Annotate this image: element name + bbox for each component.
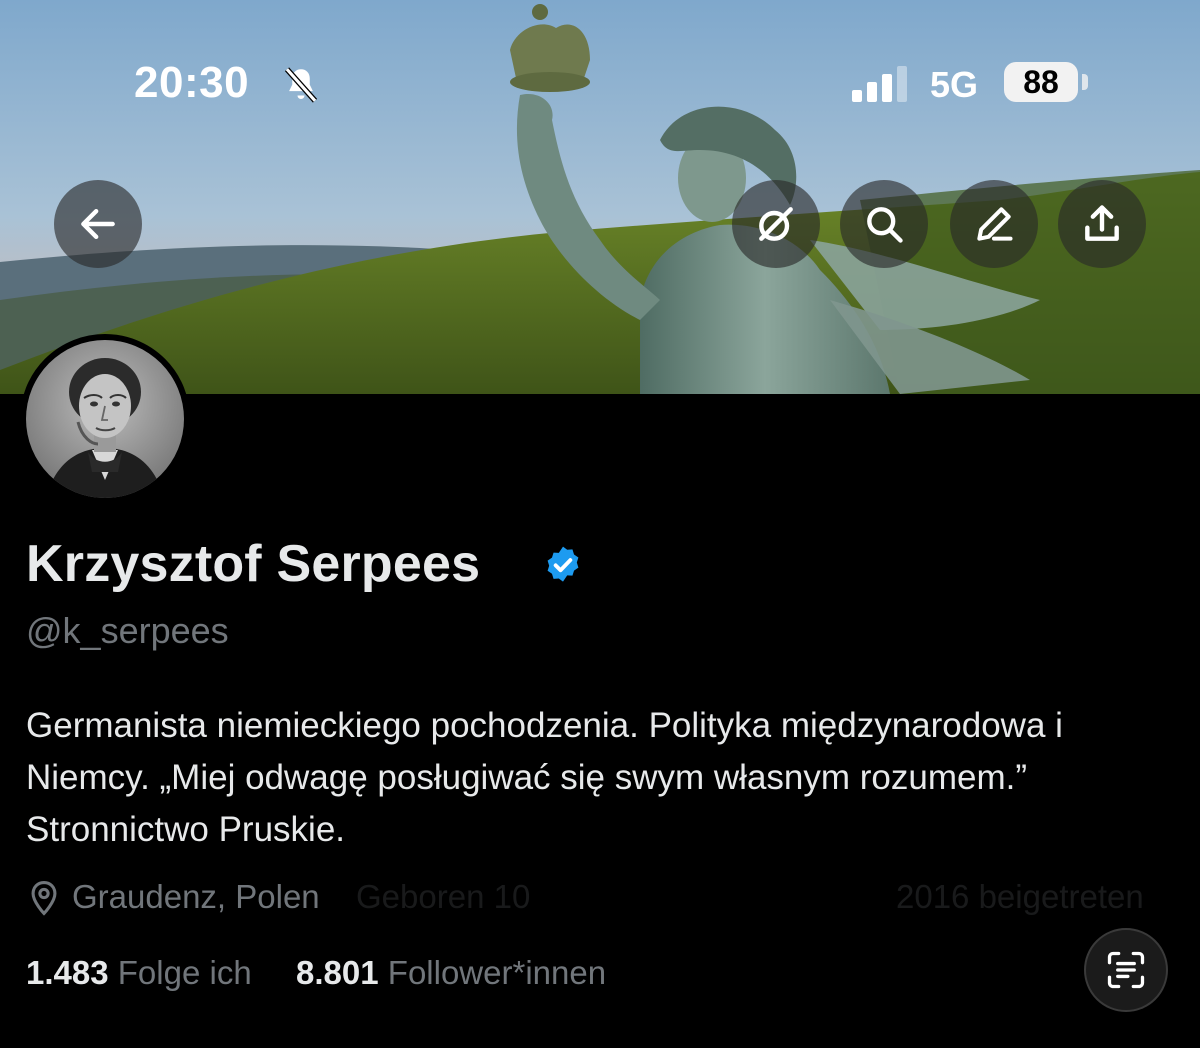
join-date-faded: 2016 beigetreten	[896, 878, 1144, 915]
live-text-scan-button[interactable]	[1084, 928, 1168, 1012]
edit-button[interactable]	[950, 180, 1038, 268]
bell-slash-icon	[284, 67, 318, 103]
user-handle: @k_serpees	[26, 610, 229, 651]
edit-icon	[977, 207, 1013, 241]
grok-icon	[759, 207, 793, 241]
profile-bio: Germanista niemieckiego pochodzenia. Pol…	[26, 706, 1063, 849]
text-scan-icon	[1107, 951, 1145, 989]
birth-date-faded: Geboren 10	[356, 878, 531, 915]
avatar-image	[26, 340, 184, 498]
battery-indicator: 88	[1004, 62, 1078, 102]
following-link[interactable]: 1.483 Folge ich	[26, 954, 261, 991]
location-pin-icon	[31, 881, 57, 916]
back-arrow-icon	[81, 208, 115, 240]
search-button[interactable]	[840, 180, 928, 268]
grok-button[interactable]	[732, 180, 820, 268]
share-button[interactable]	[1058, 180, 1146, 268]
profile-banner[interactable]: 20:30 5G 88	[0, 0, 1200, 394]
profile-avatar[interactable]	[20, 334, 190, 504]
status-time: 20:30	[134, 58, 250, 107]
verified-badge-icon[interactable]	[542, 544, 584, 586]
following-count: 1.483	[26, 954, 109, 991]
network-type: 5G	[930, 64, 979, 105]
profile-location: Graudenz, Polen	[72, 878, 320, 915]
battery-tip	[1082, 74, 1088, 90]
back-button[interactable]	[54, 180, 142, 268]
profile-meta-row: Graudenz, Polen Geboren 10 2016 beigetre…	[26, 876, 1176, 920]
followers-label: Follower*innen	[387, 954, 607, 991]
following-label: Folge ich	[117, 954, 252, 991]
search-icon	[867, 207, 903, 243]
share-icon	[1085, 205, 1119, 241]
follow-stats: 1.483 Folge ich 8.801 Follower*innen	[26, 954, 606, 992]
signal-icon	[852, 66, 907, 102]
display-name: Krzysztof Serpees	[26, 535, 481, 593]
followers-link[interactable]: 8.801 Follower*innen	[296, 954, 606, 991]
followers-count: 8.801	[296, 954, 379, 991]
